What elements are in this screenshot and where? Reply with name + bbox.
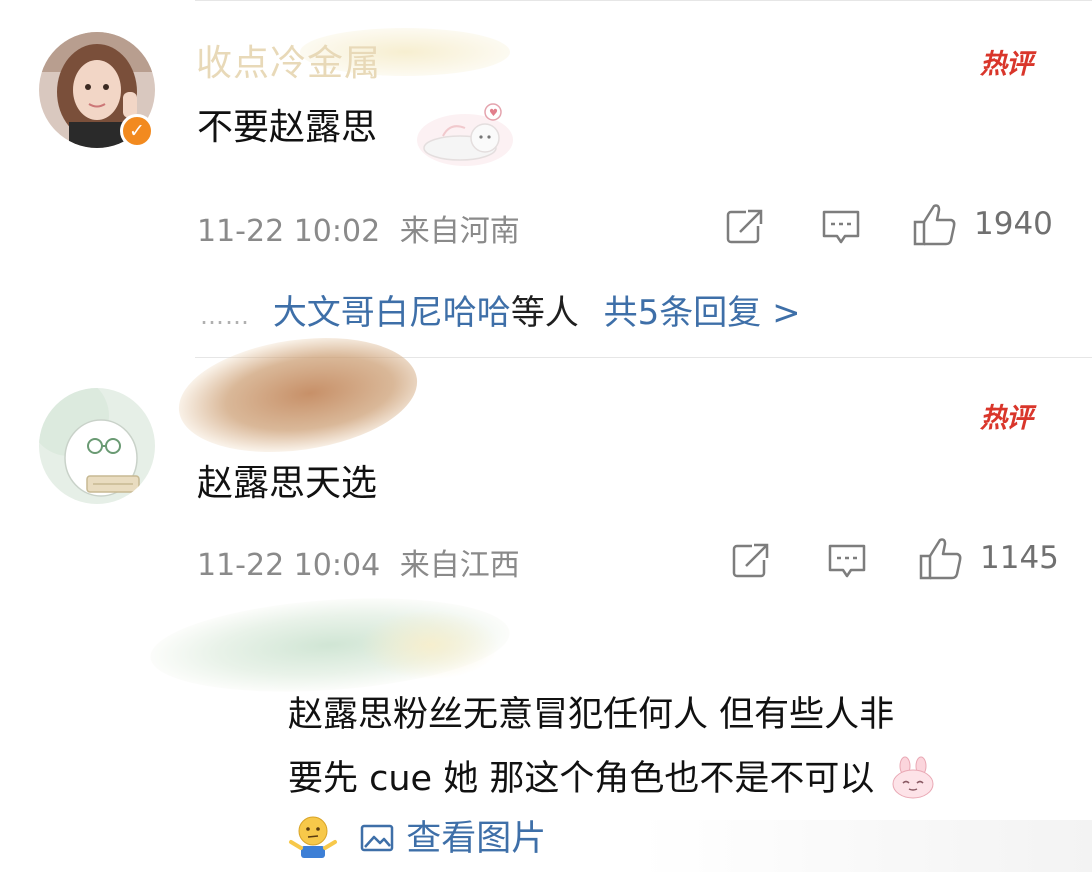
picture-icon xyxy=(360,824,394,852)
comment-location: 来自江西 xyxy=(399,548,520,583)
view-replies-link[interactable]: 共5条回复 > xyxy=(604,293,801,333)
avatar[interactable] xyxy=(39,388,155,504)
verified-icon: ✓ xyxy=(120,114,154,148)
like-icon[interactable] xyxy=(918,536,964,582)
cat-sticker-icon: ♥ xyxy=(417,103,513,166)
comment-text: 赵露思天选 xyxy=(197,463,378,504)
comment-text-line-1: 赵露思粉丝无意冒犯任何人 但有些人非 xyxy=(288,695,895,735)
like-icon[interactable] xyxy=(912,202,958,248)
like-count: 1940 xyxy=(974,206,1053,242)
replies-summary[interactable]: …… 大文哥白尼哈哈等人 共5条回复 > xyxy=(200,285,801,334)
comment-icon[interactable] xyxy=(820,208,862,246)
shrug-emoji-icon xyxy=(289,816,337,858)
svg-text:♥: ♥ xyxy=(489,108,498,119)
comment-icon[interactable] xyxy=(826,542,868,580)
like-count: 1145 xyxy=(980,540,1059,576)
comment-text-line-2-content: 要先 cue 她 那这个角色也不是不可以 xyxy=(288,759,875,799)
share-icon[interactable] xyxy=(724,206,766,248)
view-pictures-row[interactable]: 查看图片 xyxy=(288,810,546,861)
comment-time: 11-22 10:04 xyxy=(197,548,381,583)
top-divider xyxy=(195,0,1092,1)
redacted-username xyxy=(171,323,425,467)
hot-comment-badge: 热评 xyxy=(980,49,1033,80)
hot-comment-badge: 热评 xyxy=(980,403,1033,434)
comment-meta: 11-22 10:02 来自河南 xyxy=(197,206,520,250)
comment-text-line-2: 要先 cue 她 那这个角色也不是不可以 xyxy=(288,750,937,801)
share-icon[interactable] xyxy=(730,540,772,582)
reply-suffix: 等人 xyxy=(510,293,579,333)
bunny-emoji-icon xyxy=(892,756,934,799)
username[interactable]: 收点冷金属 xyxy=(196,34,381,86)
bottom-fade xyxy=(640,820,1092,872)
view-pictures-link[interactable]: 查看图片 xyxy=(406,819,546,859)
comment-time: 11-22 10:02 xyxy=(197,214,381,249)
reply-usernames-link[interactable]: 大文哥白尼哈哈 xyxy=(273,293,511,333)
reply-dots: …… xyxy=(200,302,250,330)
comment-text: 不要赵露思 xyxy=(197,107,378,148)
redacted-header-accent xyxy=(360,610,500,680)
comment-location: 来自河南 xyxy=(399,214,520,249)
comment-meta: 11-22 10:04 来自江西 xyxy=(197,540,520,584)
